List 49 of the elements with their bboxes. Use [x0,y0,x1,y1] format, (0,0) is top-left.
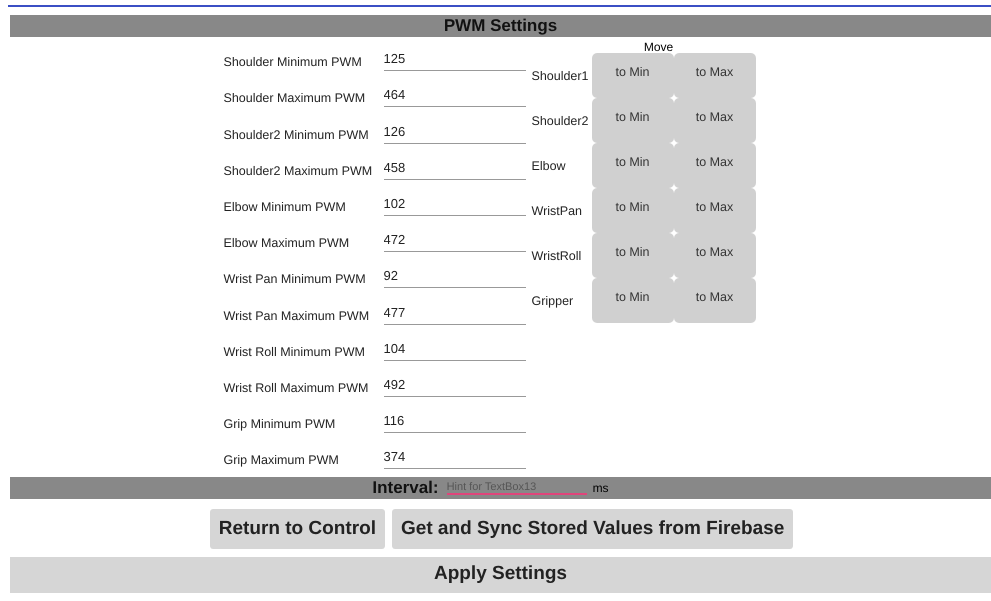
to-min-button[interactable]: to Min [592,188,674,233]
joint-label: Gripper [532,294,574,308]
joint-label: WristPan [532,204,583,218]
to-min-button[interactable]: to Min [592,53,674,98]
field-label: Wrist Pan Maximum PWM [224,308,370,324]
field-label: Grip Minimum PWM [224,417,336,434]
field-label: Elbow Minimum PWM [224,200,347,216]
field-label: Grip Maximum PWM [224,453,340,470]
input-field[interactable]: 104 [384,340,526,361]
input-field[interactable]: 458 [384,160,526,180]
field-label: Wrist Pan Minimum PWM [224,272,367,288]
to-min-button[interactable]: to Min [592,278,674,323]
input-field[interactable]: 102 [384,196,526,216]
to-max-button[interactable]: to Max [674,98,756,143]
input-field[interactable]: 92 [384,268,526,288]
page-title: PWM Settings [444,16,558,36]
joint-label: WristRoll [532,248,582,262]
to-min-button[interactable]: to Min [592,143,674,188]
input-field[interactable]: 472 [384,232,526,252]
to-min-button[interactable]: to Min [592,98,674,143]
to-max-button[interactable]: to Max [674,233,756,278]
input-field[interactable]: 125 [384,51,526,72]
field-label: Shoulder2 Maximum PWM [224,164,374,180]
to-max-button[interactable]: to Max [674,278,756,323]
input-field[interactable]: 116 [384,413,526,434]
joint-label: Elbow [532,158,567,172]
to-max-button[interactable]: to Max [674,188,756,233]
to-max-button[interactable]: to Max [674,143,756,188]
move-heading: Move [642,41,674,53]
input-field[interactable]: 374 [384,449,526,470]
to-min-button[interactable]: to Min [592,233,674,278]
input-field[interactable]: 464 [384,87,526,108]
field-label: Shoulder Minimum PWM [224,55,363,72]
to-max-button[interactable]: to Max [674,53,756,98]
input-field[interactable]: 477 [384,304,526,324]
field-label: Shoulder Maximum PWM [224,91,366,108]
input-field[interactable]: 492 [384,376,526,397]
field-label: Elbow Maximum PWM [224,236,350,252]
sync-button[interactable]: Get and Sync Stored Values from Firebase [392,509,794,550]
field-label: Shoulder2 Minimum PWM [224,128,370,144]
input-field[interactable]: 126 [384,124,526,144]
return-button[interactable]: Return to Control [210,509,385,550]
joint-label: Shoulder2 [532,114,590,128]
apply-button[interactable]: Apply Settings [10,557,991,594]
interval-label: Interval: [372,478,439,498]
field-label: Wrist Roll Maximum PWM [224,380,370,397]
field-label: Wrist Roll Minimum PWM [224,344,366,361]
joint-label: Shoulder1 [532,68,590,82]
unit-label: ms [592,481,609,496]
